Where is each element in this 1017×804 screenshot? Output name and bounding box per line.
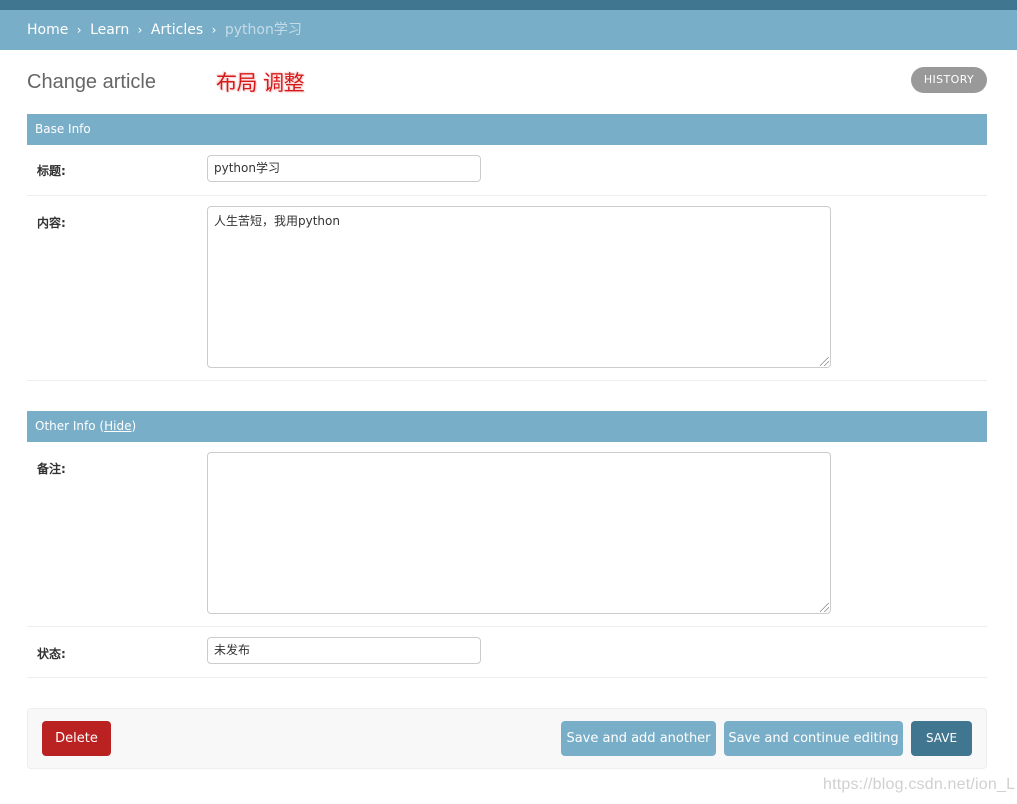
breadcrumb-separator: › [211, 23, 217, 37]
fieldset-title-prefix: Other Info ( [35, 419, 105, 433]
fieldset-title: Base Info [35, 122, 91, 136]
title-field-label: 标题: [37, 164, 66, 178]
breadcrumb-home-link[interactable]: Home [27, 22, 68, 38]
layout-annotation: 布局 调整 [216, 71, 305, 95]
save-and-add-another-button[interactable]: Save and add another [561, 721, 716, 756]
title-input[interactable]: python学习 [207, 155, 481, 182]
content-text: 人生苦短，我用python [214, 214, 340, 228]
form-row-status: 状态: 未发布 [27, 627, 987, 678]
save-button[interactable]: SAVE [911, 721, 972, 756]
breadcrumb-articles-link[interactable]: Articles [151, 22, 203, 38]
top-header-bar [0, 0, 1017, 10]
hide-fieldset-link[interactable]: Hide [104, 419, 131, 433]
content-textarea[interactable]: 人生苦短，我用python [207, 206, 831, 368]
breadcrumb-separator: › [137, 23, 143, 37]
fieldset-title-suffix: ) [131, 419, 137, 433]
resize-handle-icon[interactable] [820, 357, 829, 366]
form-row-remark: 备注: [27, 442, 987, 627]
delete-button[interactable]: Delete [42, 721, 111, 756]
breadcrumb-separator: › [76, 23, 82, 37]
form-row-title: 标题: python学习 [27, 145, 987, 196]
save-and-continue-button[interactable]: Save and continue editing [724, 721, 903, 756]
status-input[interactable]: 未发布 [207, 637, 481, 664]
watermark: https://blog.csdn.net/ion_L [823, 776, 1016, 793]
resize-handle-icon[interactable] [820, 603, 829, 612]
form-row-content: 内容: 人生苦短，我用python [27, 196, 987, 381]
submit-row: Delete Save and add another Save and con… [27, 708, 987, 769]
content-field-label: 内容: [37, 216, 66, 230]
remark-field-label: 备注: [37, 462, 66, 476]
history-button[interactable]: HISTORY [911, 67, 987, 93]
breadcrumb-learn-link[interactable]: Learn [90, 22, 129, 38]
fieldset-header-base-info: Base Info [27, 114, 987, 145]
status-field-label: 状态: [37, 647, 66, 661]
breadcrumb-current: python学习 [224, 22, 302, 38]
fieldset-header-other-info: Other Info (Hide) [27, 411, 987, 442]
page-title: Change article [27, 71, 156, 93]
remark-textarea[interactable] [207, 452, 831, 614]
breadcrumb: Home › Learn › Articles › python学习 [0, 10, 1017, 50]
